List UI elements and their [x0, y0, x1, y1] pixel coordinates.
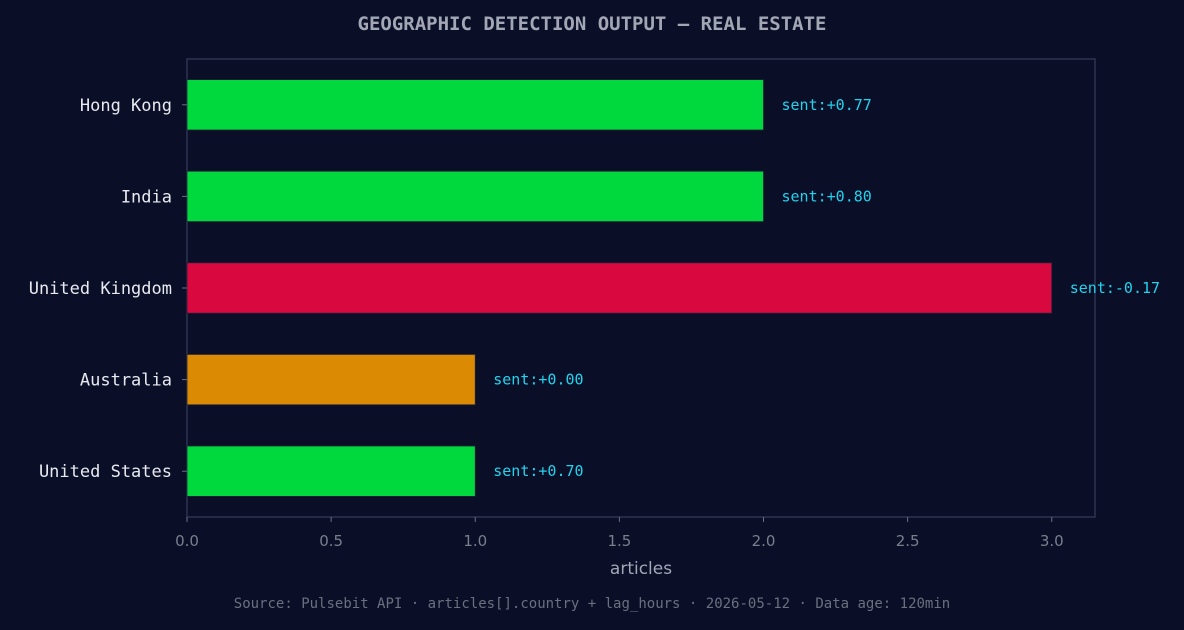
bar-united-states [186, 445, 476, 497]
x-axis-label: articles [610, 559, 672, 579]
x-axis: 0.0 0.5 1.0 1.5 2.0 2.5 3.0 [175, 517, 1064, 550]
y-tick-label: India [121, 187, 172, 207]
bar-united-kingdom [186, 262, 1053, 314]
bar-australia [186, 354, 476, 406]
x-tick-label: 1.0 [463, 532, 487, 550]
x-tick-label: 2.0 [752, 532, 776, 550]
bar-annotation: sent:-0.17 [1070, 279, 1160, 297]
bars-layer [186, 79, 1053, 497]
chart-container: GEOGRAPHIC DETECTION OUTPUT — REAL ESTAT… [0, 0, 1184, 626]
bar-annotation: sent:+0.80 [782, 187, 872, 205]
bar-annotation: sent:+0.00 [493, 371, 583, 389]
bar-chart: GEOGRAPHIC DETECTION OUTPUT — REAL ESTAT… [29, 13, 1160, 612]
y-tick-label: Australia [80, 371, 172, 391]
chart-title: GEOGRAPHIC DETECTION OUTPUT — REAL ESTAT… [358, 13, 827, 35]
bar-annotation: sent:+0.77 [782, 96, 872, 114]
y-axis: Hong Kong India United Kingdom Australia Uni… [29, 96, 187, 482]
bar-annotation: sent:+0.70 [493, 462, 583, 480]
bar-india [186, 170, 764, 222]
source-footer: Source: Pulsebit API · articles[].countr… [234, 596, 950, 612]
x-tick-label: 0.5 [319, 532, 343, 550]
bar-hong-kong [186, 79, 764, 131]
y-tick-label: Hong Kong [80, 96, 172, 116]
y-tick-label: United States [39, 462, 172, 482]
x-tick-label: 0.0 [175, 532, 199, 550]
x-tick-label: 1.5 [607, 532, 631, 550]
x-tick-label: 2.5 [896, 532, 920, 550]
x-tick-label: 3.0 [1040, 532, 1064, 550]
y-tick-label: United Kingdom [29, 279, 172, 299]
